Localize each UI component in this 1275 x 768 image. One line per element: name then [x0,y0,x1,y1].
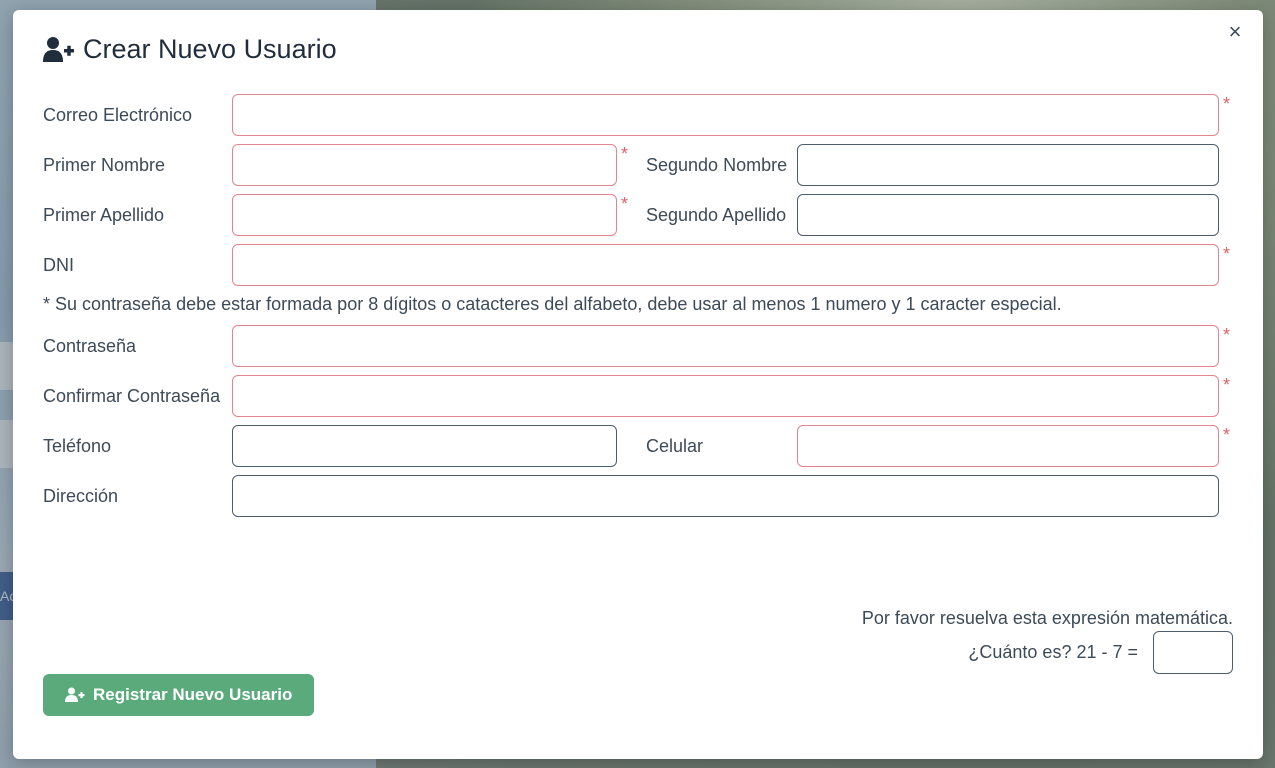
user-plus-icon [43,36,75,64]
required-mark: * [621,144,629,164]
required-mark: * [1223,325,1231,345]
register-user-button-label: Registrar Nuevo Usuario [93,685,293,704]
phone-label: Teléfono [43,436,112,456]
required-mark: * [1223,94,1231,114]
first-name-input[interactable] [232,144,617,186]
second-name-label: Segundo Nombre [646,155,788,175]
phone-input[interactable] [232,425,617,467]
confirm-password-input[interactable] [232,375,1219,417]
close-icon[interactable]: × [1229,19,1242,44]
password-label: Contraseña [43,336,137,356]
dni-input[interactable] [232,244,1219,286]
modal-header: Crear Nuevo Usuario [43,34,337,65]
captcha-answer-input[interactable] [1153,631,1233,674]
second-surname-label: Segundo Apellido [646,205,787,225]
create-user-modal: × Crear Nuevo Usuario Correo Electrónico… [13,10,1263,759]
close-button[interactable]: × [1225,19,1245,44]
confirm-password-label: Confirmar Contraseña [43,386,221,406]
user-plus-icon [65,687,85,703]
password-requirements-note: * Su contraseña debe estar formada por 8… [43,294,1062,314]
captcha-instruction: Por favor resuelva esta expresión matemá… [861,608,1233,628]
required-mark: * [1223,375,1231,395]
address-label: Dirección [43,486,119,506]
address-input[interactable] [232,475,1219,517]
email-input[interactable] [232,94,1219,136]
second-name-input[interactable] [797,144,1219,186]
mobile-input[interactable] [797,425,1219,467]
required-mark: * [1223,244,1231,264]
password-input[interactable] [232,325,1219,367]
captcha-question: ¿Cuánto es? 21 - 7 = [968,642,1138,662]
register-user-button[interactable]: Registrar Nuevo Usuario [43,674,315,716]
first-surname-input[interactable] [232,194,617,236]
dni-label: DNI [43,255,74,275]
second-surname-input[interactable] [797,194,1219,236]
first-name-label: Primer Nombre [43,155,166,175]
first-surname-label: Primer Apellido [43,205,165,225]
required-mark: * [621,194,629,214]
mobile-label: Celular [646,436,704,456]
email-label: Correo Electrónico [43,105,193,125]
modal-title: Crear Nuevo Usuario [83,34,337,64]
required-mark: * [1223,425,1231,445]
